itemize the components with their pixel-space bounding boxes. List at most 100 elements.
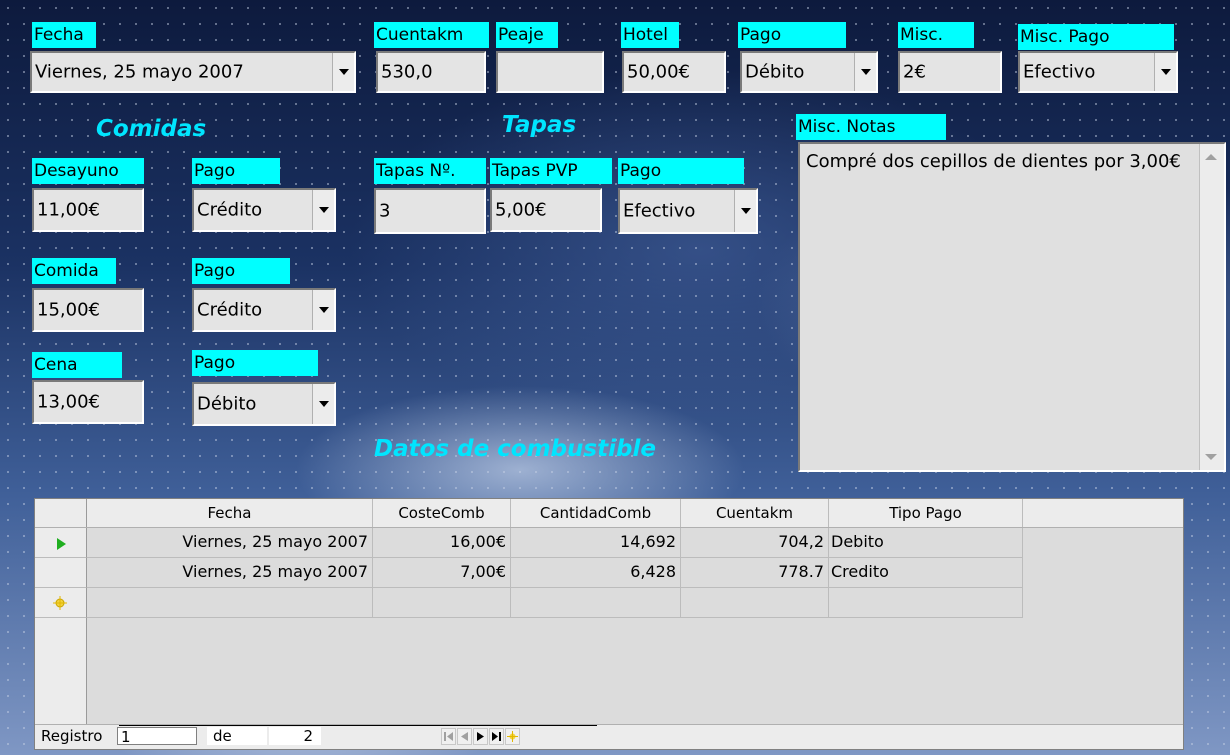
chevron-down-icon [318,307,329,313]
registro-label: Registro [41,727,103,745]
pago-label: Pago [738,22,846,48]
row-selector[interactable] [35,528,87,558]
table-cell[interactable]: 6,428 [511,558,681,588]
record-total: 2 [269,727,321,745]
table-cell[interactable]: Viernes, 25 mayo 2007 [87,558,373,588]
misc-notas-label: Misc. Notas [796,114,946,140]
tapas-num-label: Tapas Nº. [374,158,486,184]
row-selector[interactable] [35,558,87,588]
table-cell[interactable] [511,588,681,618]
table-cell[interactable] [87,588,373,618]
chevron-down-icon [338,69,349,75]
previous-record-button[interactable] [457,728,472,745]
table-cell[interactable] [681,588,829,618]
cena-field[interactable]: 13,00€ [32,380,144,424]
new-record-icon [53,596,67,610]
chevron-down-icon [318,401,329,407]
table-cell[interactable] [829,588,1023,618]
peaje-field[interactable] [496,51,604,93]
peaje-label: Peaje [496,22,558,48]
pago-dropdown[interactable]: Débito [740,51,878,93]
cena-pago-dropdown-button[interactable] [312,384,334,424]
desayuno-pago-value: Crédito [197,199,263,221]
tapas-num-value: 3 [379,200,391,222]
new-record-button[interactable] [505,728,520,745]
desayuno-pago-dropdown[interactable]: Crédito [192,188,336,232]
new-record-icon [507,731,518,742]
first-record-button[interactable] [441,728,456,745]
chevron-down-icon [318,207,329,213]
table-cell[interactable]: Debito [829,528,1023,558]
fecha-label: Fecha [32,22,96,48]
comida-pago-dropdown[interactable]: Crédito [192,288,336,332]
pago-dropdown-button[interactable] [854,53,876,91]
fecha-dropdown-button[interactable] [332,53,354,91]
chevron-down-icon [1160,69,1171,75]
cena-pago-label: Pago [192,350,318,376]
col-header-cantidadcomb[interactable]: CantidadComb [511,499,681,527]
table-cell[interactable]: 704,2 [681,528,829,558]
scroll-down-icon [1205,454,1217,460]
table-cell[interactable]: 14,692 [511,528,681,558]
row-selector-column [35,618,87,726]
misc-pago-dropdown[interactable]: Efectivo [1018,51,1178,93]
comidas-title: Comidas [96,116,207,142]
record-navigation-bar: Registro 1 de 2 [35,724,1183,749]
hotel-field[interactable]: 50,00€ [622,51,726,93]
misc-label: Misc. [898,22,974,48]
table-cell[interactable] [373,588,511,618]
col-header-fecha[interactable]: Fecha [87,499,373,527]
navbar-separator [119,725,597,726]
current-row-arrow-icon [57,538,66,550]
chevron-down-icon [740,208,751,214]
col-header-costecomb[interactable]: CosteComb [373,499,511,527]
tapas-pvp-value: 5,00€ [495,199,547,221]
record-number-input[interactable]: 1 [117,727,197,746]
col-header-tipo-pago[interactable]: Tipo Pago [829,499,1023,527]
tapas-pago-label: Pago [618,158,744,184]
table-cell[interactable]: 16,00€ [373,528,511,558]
hotel-label: Hotel [621,22,679,48]
header-corner [35,499,87,527]
table-cell[interactable]: Viernes, 25 mayo 2007 [87,528,373,558]
fecha-dropdown[interactable]: Viernes, 25 mayo 2007 [30,51,356,93]
last-record-icon [492,732,501,741]
comida-field[interactable]: 15,00€ [32,288,144,332]
new-row-selector[interactable] [35,588,87,618]
next-record-button[interactable] [473,728,488,745]
misc-field[interactable]: 2€ [898,51,1002,93]
table-cell[interactable]: 778.7 [681,558,829,588]
notes-scrollbar[interactable] [1199,144,1224,470]
fuel-table[interactable]: Fecha CosteComb CantidadComb Cuentakm Ti… [34,498,1184,750]
tapas-pago-value: Efectivo [623,200,696,222]
misc-pago-dropdown-button[interactable] [1154,53,1176,91]
col-header-cuentakm[interactable]: Cuentakm [681,499,829,527]
misc-pago-value: Efectivo [1023,61,1096,83]
tapas-num-field[interactable]: 3 [374,188,486,234]
tapas-pago-dropdown-button[interactable] [734,190,756,232]
table-cell[interactable]: 7,00€ [373,558,511,588]
tapas-pvp-field[interactable]: 5,00€ [490,188,602,232]
table-cell[interactable]: Credito [829,558,1023,588]
first-record-icon [444,732,453,741]
fecha-value: Viernes, 25 mayo 2007 [35,61,244,83]
comida-value: 15,00€ [37,299,100,321]
desayuno-field[interactable]: 11,00€ [32,188,144,232]
chevron-down-icon [860,69,871,75]
tapas-title: Tapas [502,112,577,138]
desayuno-pago-dropdown-button[interactable] [312,190,334,230]
next-record-icon [477,732,484,741]
cuentakm-field[interactable]: 530,0 [376,51,486,93]
scroll-down-button[interactable] [1202,448,1220,466]
misc-notas-textarea[interactable]: Compré dos cepillos de dientes por 3,00€ [798,142,1226,472]
scroll-up-icon [1205,154,1217,160]
scroll-up-button[interactable] [1202,148,1220,166]
misc-pago-label: Misc. Pago [1018,24,1174,50]
comida-pago-value: Crédito [197,299,263,321]
tapas-pago-dropdown[interactable]: Efectivo [618,188,758,234]
desayuno-label: Desayuno [32,158,144,184]
cena-pago-dropdown[interactable]: Débito [192,382,336,426]
comida-pago-dropdown-button[interactable] [312,290,334,330]
hotel-value: 50,00€ [627,61,690,83]
last-record-button[interactable] [489,728,504,745]
